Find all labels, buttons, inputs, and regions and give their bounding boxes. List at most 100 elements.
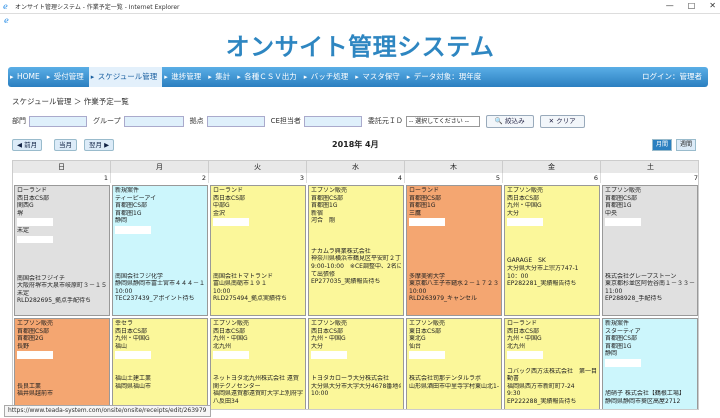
group-input[interactable] <box>123 115 184 127</box>
weekday-5: 金 <box>503 161 601 173</box>
event-line: 東京都杉並区阿佐谷南１－３３－２ <box>605 280 695 288</box>
weekday-2: 火 <box>209 161 307 173</box>
maximize-icon[interactable]: □ <box>688 1 696 10</box>
nav-csv[interactable]: 各種ＣＳＶ出力 <box>235 67 302 87</box>
event-card[interactable]: エプソン販売 西日本CS部 九州・中国G 北九州 ネットヨタ北九州株式会社 遠賀 関テクノ… <box>210 318 306 409</box>
event-line: エプソン販売 <box>17 320 54 327</box>
event-line: ローランド <box>507 320 538 327</box>
breadcrumb: スケジュール管理 ＞ 作業予定一覧 <box>12 97 129 106</box>
event-card[interactable]: ローランド 首都圏CS部 首都圏1G 三鷹 多摩美術大学 東京都八王子市鑓水２－１７２３ 1… <box>406 185 502 316</box>
event-spacer <box>311 225 401 233</box>
event-line: 首都圏CS部 <box>605 194 637 202</box>
event-line: 九州・中国G <box>115 335 150 343</box>
prev-month-button[interactable]: ◀ 前月 <box>12 139 43 151</box>
event-card[interactable]: エプソン販売 首都圏CS部 首都圏2G 長野 長良工業 福井県越前市 <box>14 318 110 409</box>
nav-summary[interactable]: 集計 <box>206 67 235 87</box>
event-line: ローランド <box>17 187 48 194</box>
event-spacer <box>507 235 597 243</box>
event-card[interactable]: ローランド 西日本CS部 中部G 金沢 南国会社トマトランド 富山県南砺市１９１ 10:00… <box>210 185 306 316</box>
ie-page-icon: ℯ <box>4 15 9 25</box>
event-card[interactable]: 新規案件 ティーピーアイ 首都圏CS部 首都圏1G 静岡 南国会社フジ化学 静岡県静岡市富士… <box>112 185 208 316</box>
nav-batch[interactable]: バッチ処理 <box>302 67 354 87</box>
event-card[interactable]: エプソン販売 首都圏CS部 首都圏1G 新宿 河合 剛ナカムラ興業株式会社 神奈川県横浜市… <box>308 185 404 316</box>
event-line: 大分 <box>507 209 520 217</box>
event-card[interactable]: 幸セラ 西日本CS部 九州・中国G 福山 福山土建工業 福岡県福山市 <box>112 318 208 409</box>
event-card[interactable]: ローランド 西日本CS部 九州・中国G 北九州 コバック西方法株式会社 第一目 動書 福岡県… <box>504 318 600 409</box>
event-spacer <box>507 250 597 258</box>
nav-home[interactable]: HOME <box>8 67 45 87</box>
event-line: 福岡県福山市 <box>115 382 152 390</box>
redacted-field <box>311 351 347 359</box>
event-line: GARAGE SK <box>507 257 546 265</box>
view-week-button[interactable]: 週間 <box>676 139 697 151</box>
nav-master[interactable]: マスタ保守 <box>353 67 405 87</box>
event-spacer <box>605 375 695 383</box>
event-line: RLD282695_拠点手配待ち <box>17 297 92 305</box>
date-4[interactable]: 4 <box>307 173 405 183</box>
event-line: 幸セラ <box>115 320 134 327</box>
clear-button[interactable]: ✕ クリア <box>539 114 585 128</box>
event-line: 動書 <box>507 375 520 383</box>
ce-input[interactable] <box>303 115 362 127</box>
login-status[interactable]: ログイン：管理者 <box>642 67 702 87</box>
event-spacer <box>605 242 695 250</box>
window-controls: — □ ✕ <box>666 1 716 10</box>
event-line: 関テクノセンター <box>213 382 261 390</box>
event-line: 西日本CS部 <box>311 327 343 335</box>
event-spacer <box>409 250 499 258</box>
event-card[interactable]: エプソン販売 東日本CS部 東北G 仙台 株式会社司那デンタルラボ 山形県酒田市中里寺字村… <box>406 318 502 409</box>
search-button-label: 絞込み <box>505 116 525 125</box>
event-line: 東日本CS部 <box>409 327 441 335</box>
event-line: ティーピーアイ <box>115 194 157 202</box>
event-line: 未定 <box>17 226 30 234</box>
base-input[interactable] <box>206 115 265 127</box>
event-line: 多摩美術大学 <box>409 272 446 280</box>
date-7[interactable]: 7 <box>601 173 698 183</box>
event-line: 九州・中国G <box>507 202 542 210</box>
event-spacer <box>605 257 695 265</box>
event-line: ナカムラ興業株式会社 <box>311 247 371 255</box>
search-button[interactable]: 🔍 絞込み <box>485 114 534 128</box>
event-line: 三鷹 <box>409 209 422 217</box>
event-line: 中央 <box>605 209 618 217</box>
event-line: 株式会社司那デンタルラボ <box>409 375 482 383</box>
event-line: 首都圏1G <box>605 342 632 350</box>
dept-input[interactable] <box>29 115 87 127</box>
event-card[interactable]: ローランド 西日本CS部 関西G 堺未定 南国会社フジイチ 大阪府堺市大泉市岐原町３－１５… <box>14 185 110 316</box>
filter-label-dept: 部門 <box>12 117 26 125</box>
this-month-button[interactable]: 当月 <box>54 139 77 151</box>
close-icon[interactable]: ✕ <box>709 1 716 10</box>
nav-schedule[interactable]: スケジュール管理 <box>88 67 163 87</box>
event-line: ローランド <box>409 187 440 194</box>
main-nav: HOME 受付管理 スケジュール管理 進捗管理 集計 各種ＣＳＶ出力 バッチ処理… <box>8 67 708 87</box>
nav-data-target[interactable]: データ対象：現年度 <box>405 67 487 87</box>
filter-label-base: 拠点 <box>189 117 204 125</box>
next-month-button[interactable]: 翌月 ▶ <box>84 139 115 151</box>
nav-reception[interactable]: 受付管理 <box>45 67 89 87</box>
event-line: EP277035_実績報告待ち <box>311 278 381 286</box>
redacted-field <box>115 225 151 234</box>
event-spacer <box>605 235 695 243</box>
date-2[interactable]: 2 <box>111 173 209 183</box>
date-6[interactable]: 6 <box>503 173 601 183</box>
view-month-button[interactable]: 月間 <box>652 139 673 151</box>
nav-progress[interactable]: 進捗管理 <box>162 67 206 87</box>
minimize-icon[interactable]: — <box>666 1 674 10</box>
event-line: 福山土建工業 <box>115 375 152 383</box>
event-card[interactable]: エプソン販売 西日本CS部 九州・中国G 大分 GARAGE SK 大分県大分市上宗方74… <box>504 185 600 316</box>
event-spacer <box>213 242 303 250</box>
event-card[interactable]: エプソン販売 首都圏CS部 首都圏1G 中央 株式会社グレープストーン 東京都杉並区阿佐谷… <box>602 185 698 316</box>
date-1[interactable]: 1 <box>13 173 111 183</box>
event-card[interactable]: エプソン販売 西日本CS部 九州・中国G 大分 トヨタカローラ大分株式会社 大分県大分市大… <box>308 318 404 409</box>
event-line: 10:00 <box>409 287 427 295</box>
event-line: 大分県大分市上宗方747-1 <box>507 264 579 272</box>
client-id-select[interactable]: -- 選択してください -- <box>405 115 480 127</box>
event-line: 福岡県西方市新町町7-24 <box>507 382 575 390</box>
redacted-field <box>605 358 641 367</box>
event-line: 首都圏CS部 <box>311 194 343 202</box>
date-3[interactable]: 3 <box>209 173 307 183</box>
event-line: 首都圏1G <box>115 209 142 217</box>
date-5[interactable]: 5 <box>405 173 503 183</box>
event-card[interactable]: 新規案件 スターティア 首都圏CS部 首都圏1G 静岡 旭硝子 株式会社【鶴根工場】 静岡県… <box>602 318 698 409</box>
event-line: スターティア <box>605 327 641 335</box>
